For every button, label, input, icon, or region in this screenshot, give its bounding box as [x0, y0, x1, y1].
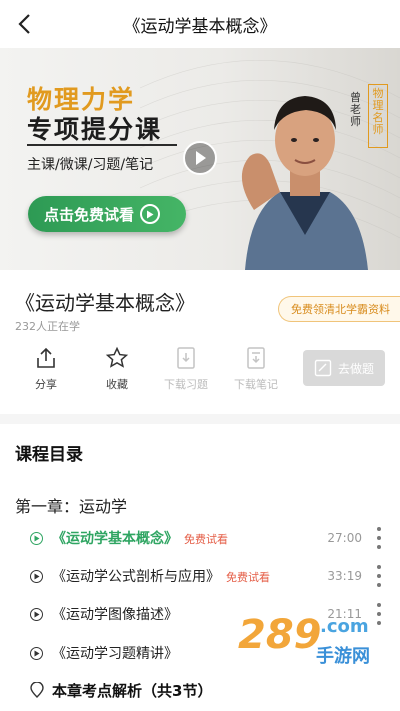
- location-pin-icon: [30, 682, 44, 698]
- teacher-name: 曾老师: [350, 91, 361, 128]
- free-badge: 免费试看: [226, 571, 270, 584]
- download-document-icon: [172, 344, 200, 372]
- course-title: 《运动学基本概念》: [15, 291, 195, 315]
- play-button[interactable]: [183, 141, 217, 175]
- lesson-name: 《运动学基本概念》: [52, 531, 178, 547]
- lesson-duration: 33:19: [327, 569, 362, 583]
- free-trial-label: 点击免费试看: [44, 205, 135, 224]
- more-options-button[interactable]: [376, 527, 382, 549]
- svg-text:289: 289: [238, 612, 322, 658]
- go-exercise-label: 去做题: [337, 361, 374, 376]
- svg-text:.com: .com: [320, 616, 369, 637]
- download-exercise-label: 下载习题: [164, 378, 208, 391]
- share-button[interactable]: 分享: [11, 344, 81, 392]
- share-icon: [32, 344, 60, 372]
- chapter-summary-label: 本章考点解析（共3节）: [52, 681, 213, 700]
- chapter-summary-row[interactable]: 本章考点解析（共3节）: [0, 671, 400, 709]
- svg-text:手游网: 手游网: [316, 645, 370, 667]
- back-button[interactable]: [10, 10, 38, 38]
- play-circle-icon: [30, 569, 43, 583]
- chapter-title: 第一章：运动学: [15, 497, 128, 516]
- lesson-name: 《运动学公式剖析与应用》: [52, 569, 220, 585]
- video-headline-2: 专项提分课: [27, 115, 163, 144]
- free-trial-button[interactable]: 点击免费试看: [28, 196, 186, 232]
- chevron-left-icon: [18, 14, 30, 34]
- play-circle-icon: [30, 646, 43, 660]
- catalog-title: 课程目录: [15, 445, 83, 465]
- play-icon: [196, 151, 206, 165]
- video-subtitle: 主课/微课/习题/笔记: [27, 157, 154, 173]
- favorite-button[interactable]: 收藏: [82, 344, 152, 392]
- star-icon: [103, 344, 131, 372]
- learning-count: 232人正在学: [15, 320, 80, 333]
- lesson-name: 《运动学图像描述》: [52, 607, 178, 623]
- section-divider: [0, 414, 400, 424]
- download-notes-label: 下载笔记: [234, 378, 278, 391]
- edit-icon: [314, 359, 332, 377]
- site-watermark-logo: 289 .com 手游网: [238, 612, 370, 667]
- download-notes-button[interactable]: 下载笔记: [221, 344, 291, 392]
- go-exercise-button[interactable]: 去做题: [303, 350, 385, 386]
- video-divider: [27, 144, 177, 146]
- more-options-button[interactable]: [376, 565, 382, 587]
- favorite-label: 收藏: [106, 378, 128, 391]
- lesson-duration: 27:00: [327, 531, 362, 545]
- download-notes-icon: [242, 344, 270, 372]
- play-circle-icon: [30, 607, 43, 621]
- page-title: 《运动学基本概念》: [123, 16, 277, 37]
- play-circle-icon: [140, 204, 161, 224]
- video-player[interactable]: 物理力学 专项提分课 主课/微课/习题/笔记 曾老师 物理名师 点击免费试看: [0, 48, 400, 270]
- lesson-row[interactable]: 《运动学公式剖析与应用》 免费试看 33:19: [0, 557, 400, 595]
- free-badge: 免费试看: [184, 533, 228, 546]
- top-bar: 《运动学基本概念》: [0, 0, 400, 48]
- play-circle-icon: [30, 531, 43, 545]
- teacher-tag: 物理名师: [368, 84, 388, 148]
- download-exercise-button[interactable]: 下载习题: [151, 344, 221, 392]
- lesson-name: 《运动学习题精讲》: [52, 646, 178, 662]
- lesson-row[interactable]: 《运动学基本概念》 免费试看 27:00: [0, 519, 400, 557]
- free-materials-button[interactable]: 免费领清北学霸资料: [278, 296, 400, 322]
- share-label: 分享: [35, 378, 57, 391]
